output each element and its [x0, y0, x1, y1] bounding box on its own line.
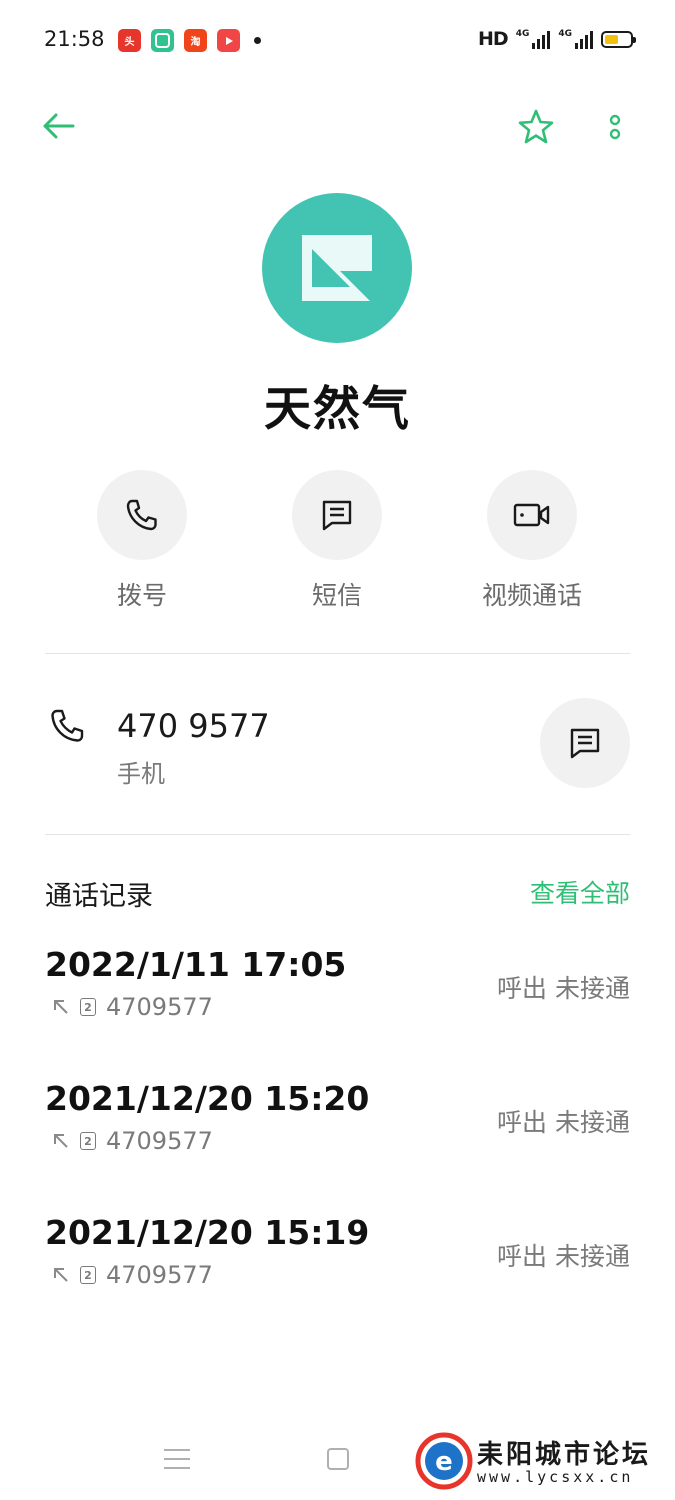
call-datetime: 2021/12/20 15:20: [45, 1079, 370, 1118]
call-log-item[interactable]: 2021/12/20 15:19 2 4709577 呼出 未接通: [0, 1213, 675, 1323]
call-log-item[interactable]: 2021/12/20 15:20 2 4709577 呼出 未接通: [0, 1079, 675, 1189]
call-status: 呼出 未接通: [497, 1108, 630, 1137]
divider: [45, 653, 630, 654]
status-time: 21:58: [44, 27, 105, 51]
sim-2-icon: 2: [80, 1132, 96, 1150]
signal-icon-sim1: 4G: [516, 29, 551, 49]
call-log-item[interactable]: 2022/1/11 17:05 2 4709577 呼出 未接通: [0, 945, 675, 1055]
call-details: 2 4709577: [52, 1261, 213, 1289]
video-call-action[interactable]: 视频通话: [442, 470, 622, 612]
toutiao-icon: 头: [118, 29, 141, 52]
phone-message-button[interactable]: [540, 698, 630, 788]
hd-indicator: HD: [478, 28, 509, 50]
more-options-button[interactable]: [600, 106, 630, 148]
video-icon: [217, 29, 240, 52]
status-indicators: HD 4G 4G: [478, 28, 636, 50]
contact-name: 天然气: [264, 382, 411, 437]
call-log-title: 通话记录: [45, 881, 153, 912]
call-details: 2 4709577: [52, 993, 213, 1021]
taobao-icon: 淘: [184, 29, 207, 52]
outgoing-call-icon: [54, 1134, 68, 1148]
view-all-link[interactable]: 查看全部: [530, 874, 630, 910]
divider: [45, 834, 630, 835]
phone-type-label: 手机: [117, 760, 165, 788]
arrow-left-icon: [43, 113, 75, 139]
watermark-title: 耒阳城市论坛: [477, 1440, 652, 1470]
call-datetime: 2021/12/20 15:19: [45, 1213, 370, 1252]
video-call-button[interactable]: [487, 470, 577, 560]
outgoing-call-icon: [54, 1268, 68, 1282]
contact-avatar: [262, 193, 412, 343]
more-vertical-icon: [609, 114, 621, 140]
call-details: 2 4709577: [52, 1127, 213, 1155]
phone-icon: [126, 499, 157, 531]
call-status: 呼出 未接通: [497, 974, 630, 1003]
watermark: e 耒阳城市论坛 www.lycsxx.cn: [415, 1430, 665, 1492]
back-button[interactable]: [38, 106, 78, 146]
notification-icons: 头 淘: [118, 29, 261, 52]
watermark-url: www.lycsxx.cn: [477, 1468, 634, 1486]
contact-avatar-icon: [302, 235, 372, 301]
dial-label: 拨号: [116, 581, 167, 610]
call-number: 4709577: [106, 1261, 213, 1289]
app-green-icon: [151, 29, 174, 52]
message-icon: [322, 500, 352, 531]
video-call-label: 视频通话: [481, 581, 582, 610]
dial-button[interactable]: [97, 470, 187, 560]
phone-number[interactable]: 470 9577: [117, 707, 270, 745]
watermark-logo-icon: e: [415, 1432, 473, 1490]
call-number: 4709577: [106, 1127, 213, 1155]
battery-icon: [601, 30, 636, 48]
video-call-icon: [513, 503, 550, 527]
more-notifications-dot: [254, 37, 261, 44]
nav-menu-button[interactable]: [164, 1445, 190, 1473]
sim-2-icon: 2: [80, 1266, 96, 1284]
outgoing-call-icon: [54, 1000, 68, 1014]
favorite-button[interactable]: [514, 106, 558, 148]
dial-action[interactable]: 拨号: [52, 470, 232, 612]
phone-number-icon: [51, 709, 84, 742]
status-bar: 21:58 头 淘 HD 4G 4G: [0, 0, 675, 84]
call-status: 呼出 未接通: [497, 1242, 630, 1271]
message-icon: [570, 728, 600, 759]
signal-icon-sim2: 4G: [558, 29, 593, 49]
nav-home-button[interactable]: [327, 1448, 349, 1470]
message-button[interactable]: [292, 470, 382, 560]
svg-text:e: e: [435, 1447, 453, 1477]
message-label: 短信: [311, 581, 362, 610]
sim-2-icon: 2: [80, 998, 96, 1016]
message-action[interactable]: 短信: [247, 470, 427, 612]
call-number: 4709577: [106, 993, 213, 1021]
star-outline-icon: [518, 109, 554, 144]
call-datetime: 2022/1/11 17:05: [45, 945, 347, 984]
